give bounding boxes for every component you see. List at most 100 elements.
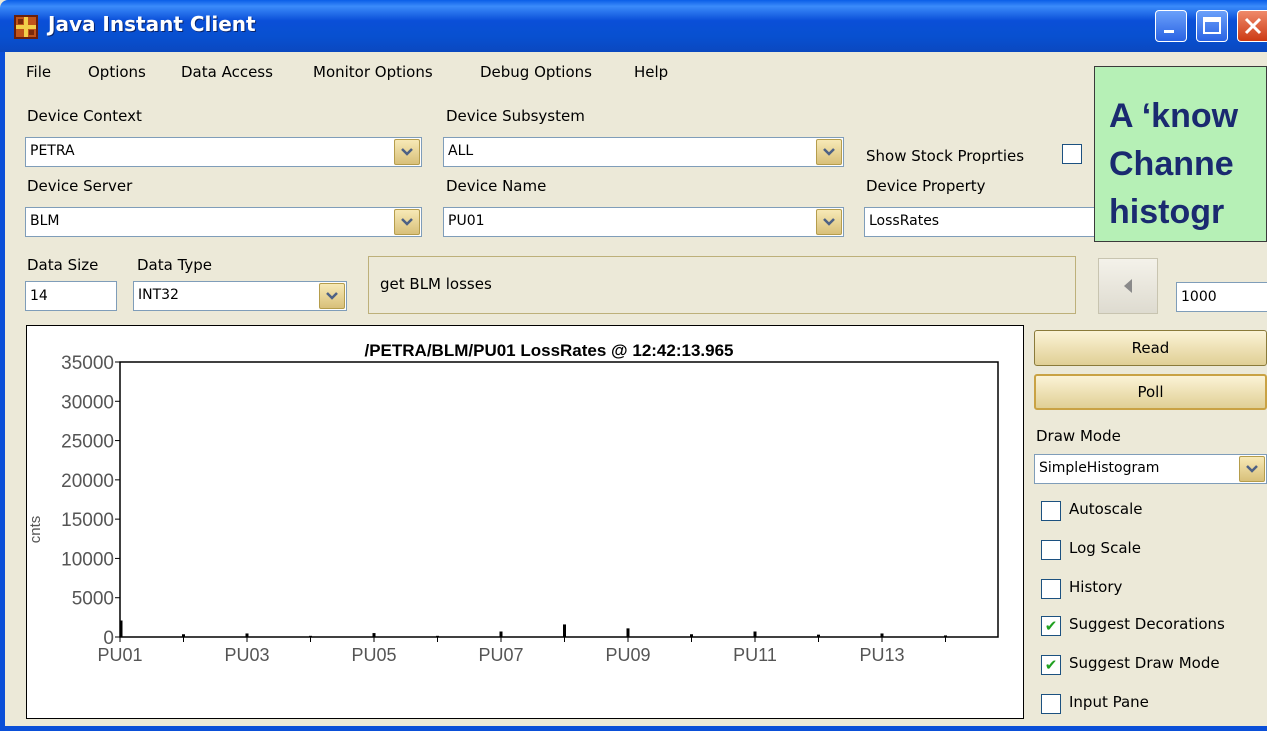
window-frame-left (0, 52, 5, 731)
data-size-value: 14 (30, 288, 48, 304)
device-context-label: Device Context (27, 107, 142, 125)
chevron-down-icon[interactable] (394, 139, 420, 165)
menu-monitor-options[interactable]: Monitor Options (313, 63, 433, 81)
draw-mode-combo[interactable]: SimpleHistogram (1034, 454, 1267, 484)
histogram-bar-pu06 (436, 635, 439, 637)
y-tick-label: 15000 (61, 510, 114, 531)
show-stock-properties-checkbox[interactable] (1062, 144, 1082, 164)
input-pane-label: Input Pane (1069, 693, 1149, 711)
data-type-label: Data Type (137, 256, 213, 274)
menu-data-access[interactable]: Data Access (181, 63, 273, 81)
suggest-draw-mode-checkbox[interactable]: ✔ (1041, 655, 1061, 675)
device-property-combo[interactable]: LossRates (864, 207, 1104, 237)
chart-title: /PETRA/BLM/PU01 LossRates @ 12:42:13.965 (365, 341, 734, 360)
log-scale-checkbox[interactable] (1041, 540, 1061, 560)
minimize-button[interactable] (1155, 10, 1187, 42)
x-tick-label: PU13 (859, 645, 904, 665)
arrow-left-icon (1124, 279, 1132, 293)
show-stock-properties-label: Show Stock Proprties (866, 147, 1025, 165)
device-property-value: LossRates (869, 213, 940, 229)
maximize-button[interactable] (1196, 10, 1228, 42)
device-name-value: PU01 (448, 213, 485, 229)
device-name-label: Device Name (446, 177, 547, 195)
histogram-bar-pu10 (690, 634, 693, 637)
poll-button[interactable]: Poll (1034, 374, 1267, 410)
histogram-bar-pu01 (119, 620, 123, 637)
device-subsystem-label: Device Subsystem (446, 107, 585, 125)
device-subsystem-value: ALL (448, 143, 474, 159)
chevron-down-icon[interactable] (1239, 456, 1265, 482)
histogram-bar-pu07 (499, 631, 503, 637)
chevron-down-icon[interactable] (319, 283, 345, 309)
histogram-bar-pu03 (245, 633, 249, 637)
input-pane-checkbox[interactable] (1041, 694, 1061, 714)
window-frame-bottom (0, 726, 1267, 731)
device-server-combo[interactable]: BLM (25, 207, 422, 237)
chart-panel: /PETRA/BLM/PU01 LossRates @ 12:42:13.965… (26, 325, 1024, 719)
history-label: History (1069, 578, 1123, 596)
menu-help[interactable]: Help (634, 63, 668, 81)
note-line-1: A ‘know (1109, 97, 1239, 135)
description-box: get BLM losses (368, 256, 1076, 314)
device-server-label: Device Server (27, 177, 133, 195)
suggest-draw-mode-label: Suggest Draw Mode (1069, 654, 1220, 672)
y-tick-label: 35000 (61, 353, 114, 374)
timeout-input[interactable]: 1000 (1176, 282, 1267, 312)
data-type-value: INT32 (138, 287, 179, 303)
log-scale-label: Log Scale (1069, 539, 1141, 557)
minimize-icon (1164, 30, 1174, 33)
y-tick-label: 25000 (61, 432, 114, 453)
y-axis-label: cnts (27, 516, 44, 544)
data-type-combo[interactable]: INT32 (133, 281, 347, 311)
data-size-label: Data Size (27, 256, 99, 274)
data-size-input[interactable]: 14 (25, 281, 117, 311)
device-server-value: BLM (30, 213, 60, 229)
chevron-down-icon[interactable] (816, 209, 842, 235)
autoscale-label: Autoscale (1069, 500, 1143, 518)
histogram-bar-pu09 (626, 628, 630, 637)
description-text: get BLM losses (380, 275, 492, 293)
scroll-left-button[interactable] (1098, 258, 1158, 314)
x-tick-label: PU05 (351, 645, 396, 665)
y-tick-label: 30000 (61, 392, 114, 413)
maximize-icon (1203, 17, 1221, 34)
note-line-2: Channe (1109, 145, 1234, 183)
device-context-value: PETRA (30, 143, 75, 159)
y-tick-label: 5000 (72, 589, 114, 610)
close-icon (1244, 17, 1262, 35)
histogram-bar-pu13 (880, 633, 884, 637)
histogram-bar-pu12 (817, 634, 820, 637)
suggest-decorations-checkbox[interactable]: ✔ (1041, 616, 1061, 636)
device-name-combo[interactable]: PU01 (443, 207, 844, 237)
window-title: Java Instant Client (48, 12, 256, 36)
annotation-note: A ‘know Channe histogr (1094, 66, 1267, 242)
device-subsystem-combo[interactable]: ALL (443, 137, 844, 167)
x-tick-label: PU01 (97, 645, 142, 665)
histogram-bar-pu11 (753, 631, 757, 637)
java-app-icon (14, 15, 38, 39)
chevron-down-icon[interactable] (816, 139, 842, 165)
suggest-decorations-label: Suggest Decorations (1069, 615, 1225, 633)
histogram-bar-pu02 (182, 634, 185, 637)
timeout-value: 1000 (1181, 289, 1217, 305)
chevron-down-icon[interactable] (394, 209, 420, 235)
read-button[interactable]: Read (1034, 330, 1267, 366)
x-tick-label: PU07 (478, 645, 523, 665)
autoscale-checkbox[interactable] (1041, 501, 1061, 521)
close-button[interactable] (1237, 10, 1267, 42)
x-tick-label: PU03 (224, 645, 269, 665)
y-tick-label: 10000 (61, 549, 114, 570)
x-tick-label: PU11 (733, 645, 777, 665)
device-context-combo[interactable]: PETRA (25, 137, 422, 167)
histogram-bar-pu04 (309, 635, 312, 637)
menu-file[interactable]: File (26, 63, 51, 81)
histogram-bar-pu08 (563, 624, 566, 637)
note-line-3: histogr (1109, 193, 1225, 231)
draw-mode-value: SimpleHistogram (1039, 460, 1160, 476)
y-tick-label: 20000 (61, 471, 114, 492)
menu-debug-options[interactable]: Debug Options (480, 63, 592, 81)
menu-options[interactable]: Options (88, 63, 146, 81)
histogram-bar-pu05 (372, 633, 376, 637)
histogram-bar-pu14 (944, 635, 947, 637)
history-checkbox[interactable] (1041, 579, 1061, 599)
